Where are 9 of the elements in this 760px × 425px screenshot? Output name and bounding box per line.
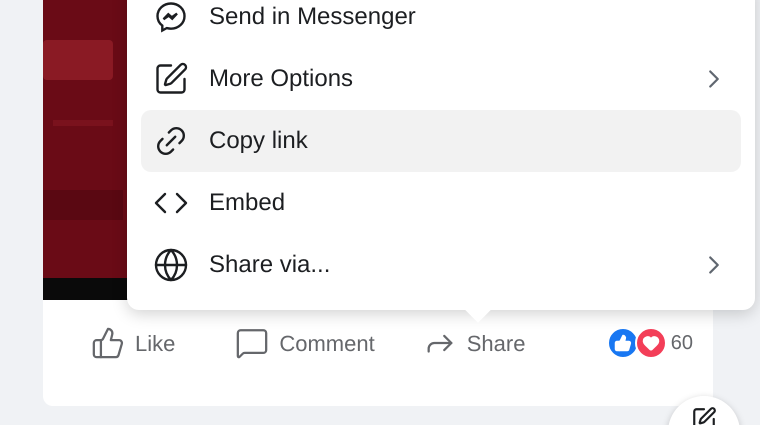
menu-item[interactable]: Copy link — [141, 110, 741, 172]
reaction-count: 60 — [670, 331, 693, 356]
post-action-button[interactable]: Comment — [235, 326, 375, 360]
post-action-button[interactable]: Share — [422, 326, 526, 360]
thumbs-up-icon — [91, 326, 125, 360]
speech-bubble-icon — [235, 326, 270, 360]
post-action-button[interactable]: Like — [91, 326, 176, 360]
globe-icon — [153, 247, 189, 283]
edit-icon — [691, 406, 717, 425]
